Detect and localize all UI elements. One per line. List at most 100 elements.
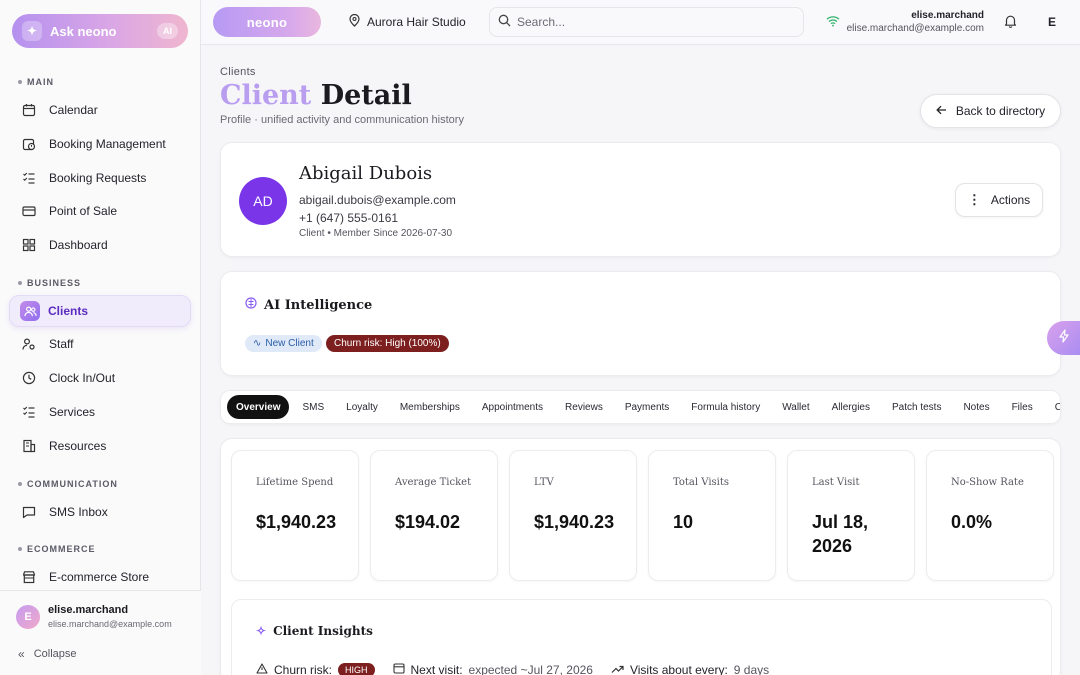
sidebar-item-point-of-sale[interactable]: Point of Sale: [9, 195, 191, 227]
sidebar-item-clock-in-out[interactable]: Clock In/Out: [9, 362, 191, 394]
client-profile-card: AD Abigail Dubois abigail.dubois@example…: [220, 142, 1061, 257]
ask-neono-button[interactable]: ✦ Ask neono AI: [12, 14, 188, 48]
sidebar-item-booking-management[interactable]: Booking Management: [9, 128, 191, 160]
sidebar-item-dashboard[interactable]: Dashboard: [9, 229, 191, 261]
section-ecommerce-label: ECOMMERCE: [18, 544, 96, 554]
stat-ltv: LTV $1,940.23: [509, 450, 637, 581]
sidebar-item-label: Calendar: [49, 103, 98, 117]
sidebar-item-label: E-commerce Store: [49, 570, 150, 584]
insights-row: Churn risk: HIGH Next visit: expected ~J…: [256, 662, 787, 675]
actions-button[interactable]: ⋮ Actions: [955, 183, 1043, 217]
clock-icon: [21, 370, 37, 386]
sidebar-item-clients[interactable]: Clients: [9, 295, 191, 327]
page-title-accent: Client: [220, 80, 312, 111]
tab-appointments[interactable]: Appointments: [473, 395, 552, 419]
tab-wallet[interactable]: Wallet: [773, 395, 818, 419]
bell-icon[interactable]: [1004, 14, 1017, 33]
sidebar-item-label: Clock In/Out: [49, 371, 116, 385]
avatar[interactable]: E: [1039, 9, 1065, 35]
tab-payments[interactable]: Payments: [616, 395, 678, 419]
search-box[interactable]: [489, 7, 804, 37]
chevrons-left-icon: «: [18, 647, 25, 661]
stat-value: $1,940.23: [534, 512, 615, 532]
app-root: ✦ Ask neono AI MAIN Calendar Booking Man…: [0, 0, 1080, 675]
user-gear-icon: [21, 336, 37, 352]
activity-icon: ∿: [253, 338, 262, 349]
search-input[interactable]: [517, 15, 777, 29]
sidebar-item-calendar[interactable]: Calendar: [9, 94, 191, 126]
stat-value: $194.02: [395, 512, 461, 532]
collapse-button[interactable]: « Collapse: [18, 647, 77, 661]
back-to-directory-button[interactable]: Back to directory: [920, 94, 1061, 128]
next-visit-insight: Next visit: expected ~Jul 27, 2026: [392, 662, 593, 675]
sidebar-item-label: Point of Sale: [49, 204, 118, 218]
trending-up-icon: [611, 663, 624, 675]
tab-overview[interactable]: Overview: [227, 395, 290, 419]
brain-icon: [245, 297, 257, 313]
churn-label: Churn risk:: [274, 662, 333, 675]
next-visit-label: Next visit:: [410, 662, 463, 675]
ask-label: Ask neono: [50, 23, 117, 39]
next-visit-value: expected ~Jul 27, 2026: [468, 662, 593, 675]
tab-memberships[interactable]: Memberships: [391, 395, 469, 419]
ai-assistant-fab[interactable]: [1047, 321, 1080, 355]
sidebar-item-label: Resources: [49, 439, 107, 453]
sidebar-item-resources[interactable]: Resources: [9, 430, 191, 462]
avatar: AD: [239, 177, 287, 225]
tab-sms[interactable]: SMS: [293, 395, 333, 419]
tab-notes[interactable]: Notes: [954, 395, 998, 419]
overview-panel: Lifetime Spend $1,940.23 Average Ticket …: [220, 438, 1061, 675]
collapse-label: Collapse: [33, 648, 77, 660]
location-pin-icon: [349, 13, 360, 30]
avatar: E: [16, 605, 40, 629]
client-insights-card: ✧ Client Insights Churn risk: HIGH Next …: [231, 599, 1052, 675]
client-email[interactable]: abigail.dubois@example.com: [299, 193, 456, 207]
stat-last-visit: Last Visit Jul 18, 2026: [787, 450, 915, 581]
building-icon: [21, 438, 37, 454]
page-subtitle: Profile · unified activity and communica…: [220, 114, 464, 126]
back-label: Back to directory: [955, 104, 1046, 118]
arrow-left-icon: [936, 104, 947, 118]
sidebar-item-ecommerce-store[interactable]: E-commerce Store: [9, 561, 191, 593]
sparkle-icon: ✧: [256, 624, 267, 638]
frequency-value: 9 days: [733, 662, 770, 675]
insights-title-text: Client Insights: [273, 624, 373, 638]
sidebar-item-booking-requests[interactable]: Booking Requests: [9, 162, 191, 194]
brand-logo[interactable]: neono: [213, 7, 321, 37]
sidebar-item-staff[interactable]: Staff: [9, 328, 191, 360]
sidebar-item-sms-inbox[interactable]: SMS Inbox: [9, 496, 191, 528]
user-email: elise.marchand@example.com: [48, 619, 172, 629]
stat-value: $1,940.23: [256, 512, 337, 532]
user-name: elise.marchand: [48, 604, 129, 616]
tab-reviews[interactable]: Reviews: [556, 395, 612, 419]
ai-intelligence-title: AI Intelligence: [245, 297, 372, 313]
sidebar-user-panel[interactable]: E elise.marchand elise.marchand@example.…: [0, 590, 201, 675]
topbar: neono Aurora Hair Studio elise.marchand …: [201, 0, 1080, 45]
churn-high-badge: HIGH: [338, 662, 375, 675]
search-icon: [498, 14, 511, 30]
tab-formula-history[interactable]: Formula history: [682, 395, 769, 419]
tabs-row: Overview SMS Loyalty Memberships Appointment…: [227, 395, 1060, 419]
tab-files[interactable]: Files: [1003, 395, 1042, 419]
checklist-icon: [21, 170, 37, 186]
tab-allergies[interactable]: Allergies: [823, 395, 879, 419]
tab-patch-tests[interactable]: Patch tests: [883, 395, 950, 419]
sidebar-item-label: Services: [49, 405, 96, 419]
client-name: Abigail Dubois: [299, 163, 433, 184]
card-icon: [21, 203, 37, 219]
churn-risk-insight: Churn risk: HIGH: [256, 662, 375, 675]
stat-label: LTV: [534, 477, 554, 488]
breadcrumb[interactable]: Clients: [220, 66, 256, 78]
tab-loyalty[interactable]: Loyalty: [337, 395, 387, 419]
section-communication-label: COMMUNICATION: [18, 479, 118, 489]
visit-frequency-insight: Visits about every: 9 days: [611, 663, 769, 675]
tab-con[interactable]: Con: [1046, 395, 1060, 419]
sidebar-item-label: Staff: [49, 337, 74, 351]
sidebar-item-label: Clients: [48, 304, 89, 318]
stat-label: No-Show Rate: [951, 477, 1024, 488]
client-phone[interactable]: +1 (647) 555-0161: [299, 211, 398, 225]
users-icon: [20, 301, 40, 321]
studio-selector[interactable]: Aurora Hair Studio: [349, 13, 466, 30]
sidebar-item-services[interactable]: Services: [9, 396, 191, 428]
churn-risk-badge: Churn risk: High (100%): [326, 335, 449, 352]
